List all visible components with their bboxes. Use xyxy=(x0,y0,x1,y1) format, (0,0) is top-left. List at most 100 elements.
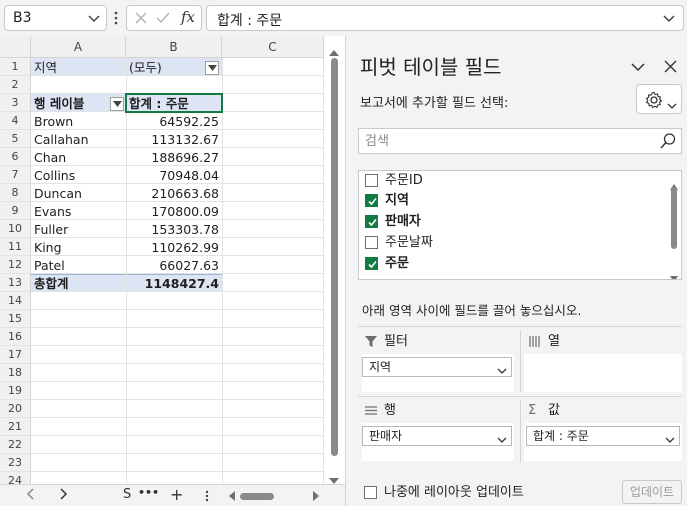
row-header[interactable]: 20 xyxy=(0,400,31,418)
select-all-corner[interactable] xyxy=(0,36,31,58)
row-header[interactable]: 10 xyxy=(0,220,31,238)
row-header[interactable]: 3 xyxy=(0,94,31,112)
row-label[interactable]: King xyxy=(34,239,124,257)
more-options-icon[interactable] xyxy=(112,10,120,26)
row-field-chip[interactable]: 판매자 xyxy=(362,426,512,446)
row-header[interactable]: 6 xyxy=(0,148,31,166)
filter-field-chip[interactable]: 지역 xyxy=(362,357,512,377)
vertical-scroll-thumb[interactable] xyxy=(331,58,338,456)
value-field-chip[interactable]: 합계 : 주문 xyxy=(526,426,680,446)
field-search-input[interactable] xyxy=(365,132,645,150)
row-value[interactable]: 66027.63 xyxy=(127,257,221,275)
row-label[interactable]: Collins xyxy=(34,167,124,185)
scroll-right-icon[interactable] xyxy=(312,490,320,505)
row-header[interactable]: 9 xyxy=(0,202,31,220)
row-label[interactable]: Evans xyxy=(34,203,124,221)
enter-icon[interactable] xyxy=(155,9,171,31)
cancel-icon[interactable] xyxy=(133,9,149,31)
defer-layout-checkbox[interactable] xyxy=(364,486,377,499)
field-list-scrollbar[interactable] xyxy=(669,173,679,279)
row-label[interactable]: Chan xyxy=(34,149,124,167)
field-search-box[interactable] xyxy=(358,128,682,154)
column-header-b[interactable]: B xyxy=(126,36,222,58)
row-label[interactable]: Duncan xyxy=(34,185,124,203)
chevron-down-icon[interactable] xyxy=(630,58,646,77)
field-checkbox[interactable] xyxy=(365,174,378,187)
grand-total-label[interactable]: 총합계 xyxy=(34,275,124,293)
update-button[interactable]: 업데이트 xyxy=(622,480,682,504)
field-checkbox[interactable] xyxy=(365,194,378,207)
row-header[interactable]: 14 xyxy=(0,292,31,310)
field-checkbox[interactable] xyxy=(365,215,378,228)
chevron-down-icon[interactable] xyxy=(497,431,507,449)
row-header[interactable]: 18 xyxy=(0,364,31,382)
row-header[interactable]: 17 xyxy=(0,346,31,364)
columns-drop-area[interactable] xyxy=(524,354,682,392)
row-header[interactable]: 15 xyxy=(0,310,31,328)
row-label[interactable]: Brown xyxy=(34,113,124,131)
close-icon[interactable] xyxy=(664,58,677,77)
tools-button[interactable] xyxy=(636,84,682,114)
row-label[interactable]: Patel xyxy=(34,257,124,275)
row-header[interactable]: 2 xyxy=(0,76,31,94)
row-labels-filter-icon[interactable] xyxy=(110,97,124,111)
scroll-down-icon[interactable] xyxy=(329,470,339,484)
row-labels-header[interactable]: 행 레이블 xyxy=(34,95,114,113)
vertical-scrollbar[interactable] xyxy=(324,36,345,484)
row-header[interactable]: 5 xyxy=(0,130,31,148)
row-header[interactable]: 22 xyxy=(0,436,31,454)
chevron-down-icon[interactable] xyxy=(86,8,102,32)
insert-function-icon[interactable]: fx xyxy=(181,8,195,26)
row-header[interactable]: 11 xyxy=(0,238,31,256)
expand-formula-icon[interactable] xyxy=(661,8,677,32)
row-value[interactable]: 153303.78 xyxy=(127,221,221,239)
worksheet-grid[interactable]: A B C 1 2 3 4 5 6 7 8 9 10 11 12 13 14 1… xyxy=(0,36,345,484)
values-drop-area[interactable]: 합계 : 주문 xyxy=(524,423,682,461)
prev-sheet-icon[interactable] xyxy=(26,487,36,505)
pivot-filter-label[interactable]: 지역 xyxy=(34,59,124,77)
chevron-down-icon[interactable] xyxy=(665,431,675,449)
row-label[interactable]: Callahan xyxy=(34,131,124,149)
row-value[interactable]: 64592.25 xyxy=(127,113,221,131)
pivot-filter-value[interactable]: (모두) xyxy=(129,59,199,77)
row-header[interactable]: 12 xyxy=(0,256,31,274)
search-icon[interactable] xyxy=(659,132,677,154)
name-box[interactable]: B3 xyxy=(4,5,107,31)
horizontal-scroll-thumb[interactable] xyxy=(240,493,274,500)
row-header[interactable]: 19 xyxy=(0,382,31,400)
rows-drop-area[interactable]: 판매자 xyxy=(362,423,514,461)
row-header[interactable]: 1 xyxy=(0,58,31,76)
row-value[interactable]: 188696.27 xyxy=(127,149,221,167)
row-header[interactable]: 21 xyxy=(0,418,31,436)
scroll-down-icon[interactable] xyxy=(670,267,678,279)
filter-dropdown-icon[interactable] xyxy=(205,61,219,75)
row-value[interactable]: 170800.09 xyxy=(127,203,221,221)
row-header[interactable]: 7 xyxy=(0,166,31,184)
column-header-a[interactable]: A xyxy=(31,36,126,58)
column-header-c[interactable]: C xyxy=(222,36,324,58)
row-value[interactable]: 113132.67 xyxy=(127,131,221,149)
row-value[interactable]: 210663.68 xyxy=(127,185,221,203)
more-sheets-icon[interactable]: ••• xyxy=(138,486,159,499)
sheet-tab[interactable]: S xyxy=(123,487,131,502)
filters-drop-area[interactable]: 지역 xyxy=(362,354,514,392)
field-list-scroll-thumb[interactable] xyxy=(671,187,677,249)
next-sheet-icon[interactable] xyxy=(58,487,68,505)
row-header[interactable]: 24 xyxy=(0,472,31,484)
field-checkbox[interactable] xyxy=(365,236,378,249)
field-checkbox[interactable] xyxy=(365,257,378,270)
row-header[interactable]: 8 xyxy=(0,184,31,202)
tab-options-icon[interactable] xyxy=(205,489,209,506)
row-header[interactable]: 23 xyxy=(0,454,31,472)
row-value[interactable]: 110262.99 xyxy=(127,239,221,257)
chevron-down-icon[interactable] xyxy=(497,362,507,380)
row-label[interactable]: Fuller xyxy=(34,221,124,239)
grand-total-value[interactable]: 1148427.4 xyxy=(127,275,221,293)
scroll-left-icon[interactable] xyxy=(228,490,236,505)
row-header[interactable]: 16 xyxy=(0,328,31,346)
row-header[interactable]: 4 xyxy=(0,112,31,130)
formula-input[interactable]: 합계 : 주문 xyxy=(206,5,684,31)
row-header[interactable]: 13 xyxy=(0,274,31,292)
add-sheet-icon[interactable]: + xyxy=(170,485,183,504)
row-value[interactable]: 70948.04 xyxy=(127,167,221,185)
